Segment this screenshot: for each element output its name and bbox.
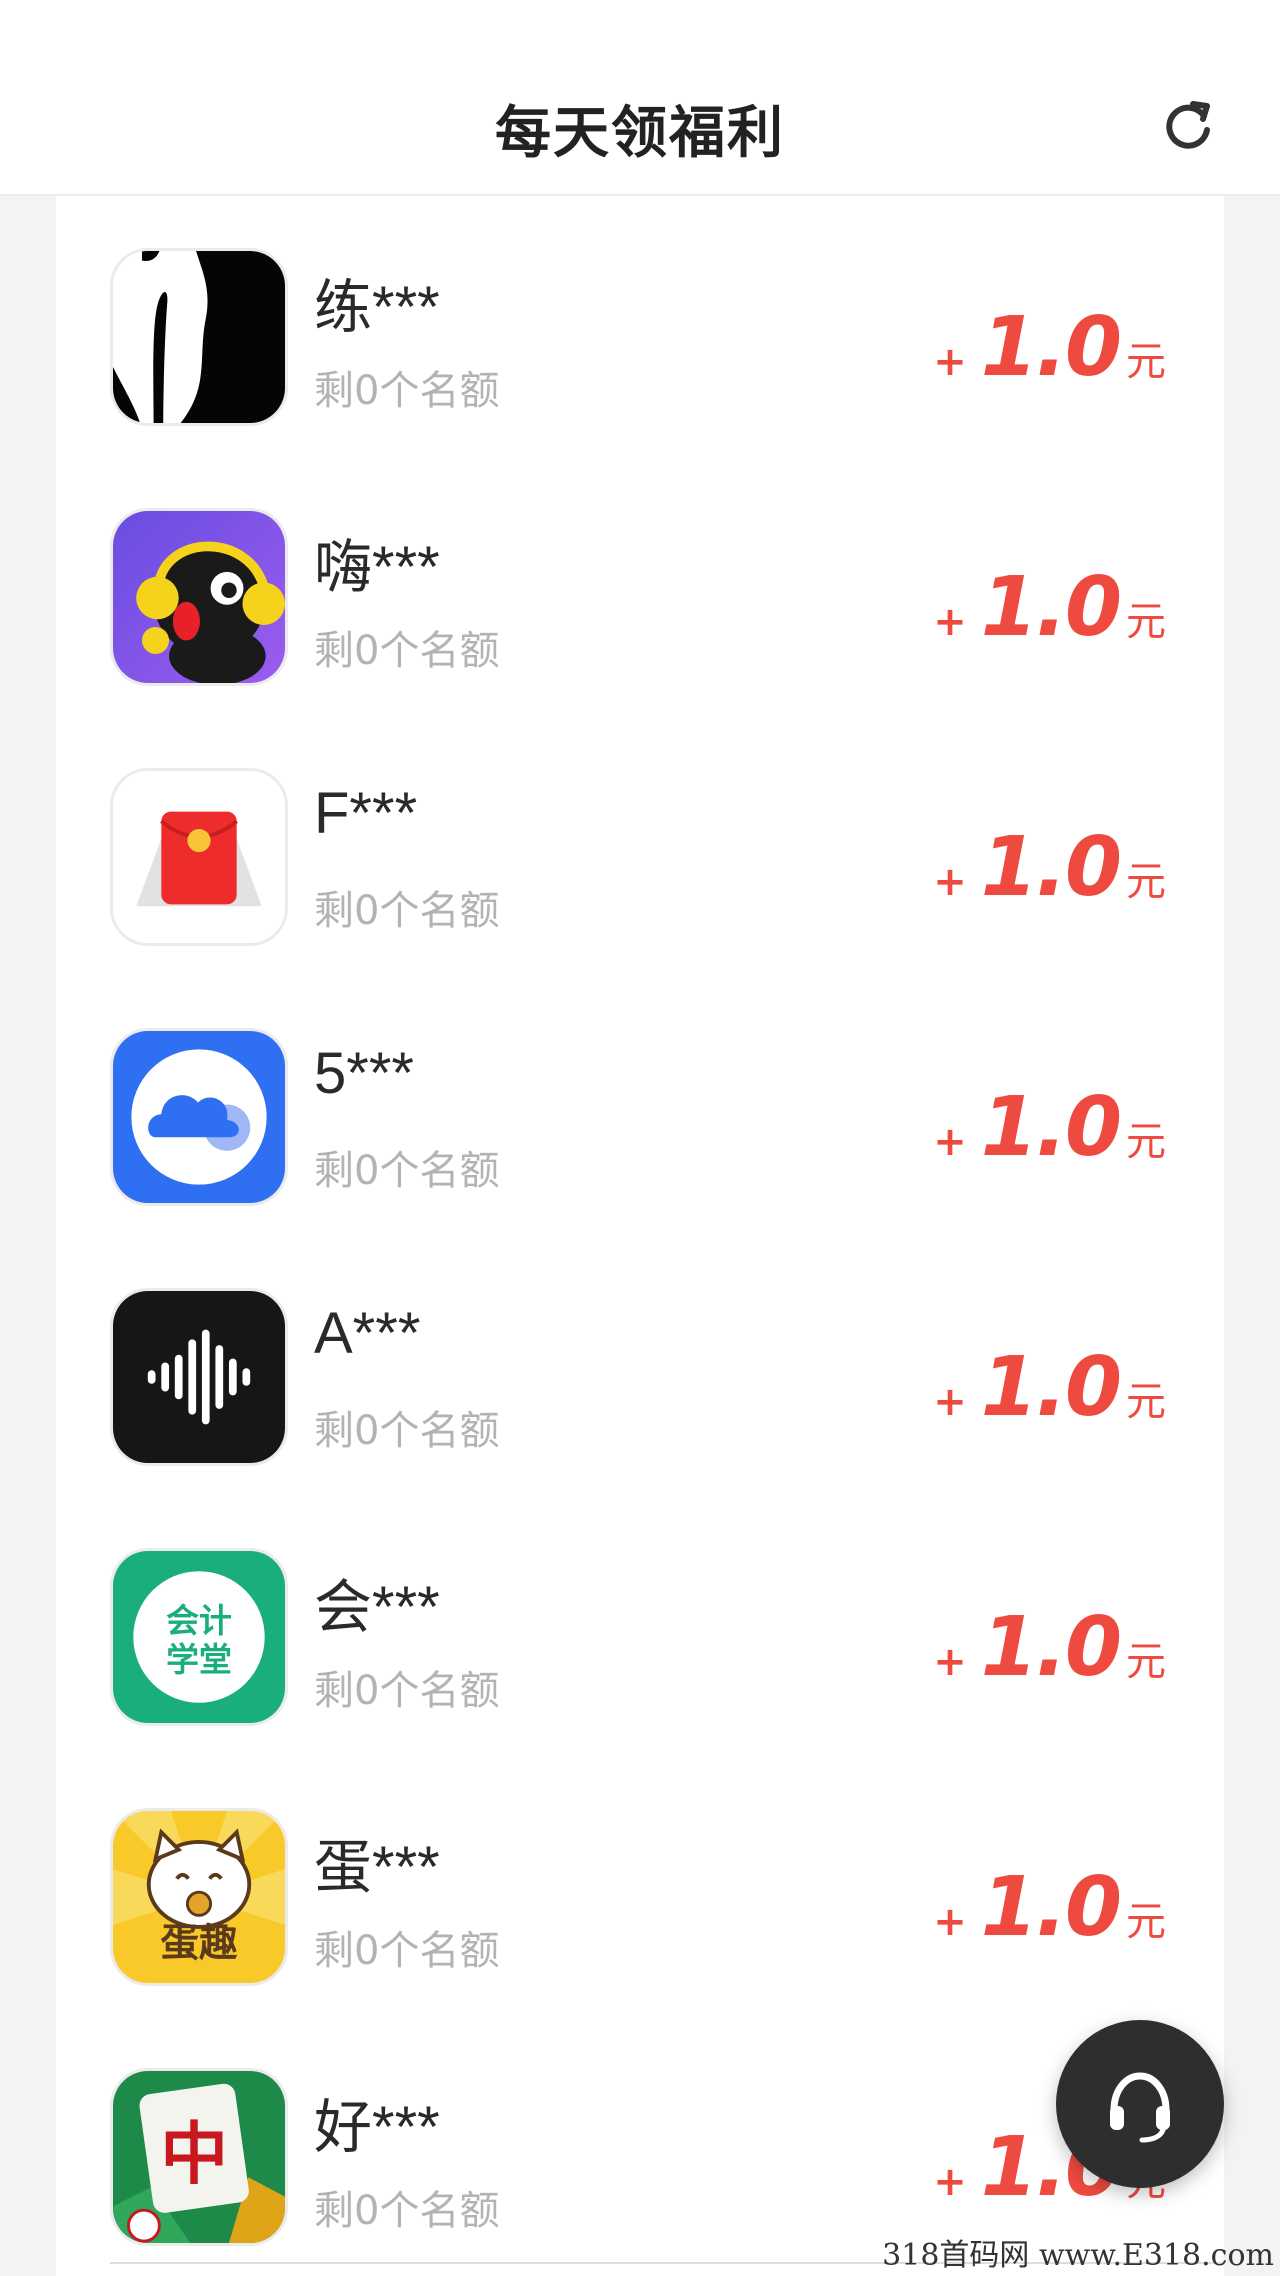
offer-name: F*** — [314, 781, 418, 846]
lucky-cat-app-icon: 蛋趣 — [110, 1808, 288, 1986]
offer-quota: 剩0个名额 — [314, 888, 500, 934]
reward-amount: 1.0 — [980, 1860, 1122, 1955]
reward-unit: 元 — [1126, 1899, 1166, 1945]
headset-icon — [1110, 2072, 1170, 2143]
offer-quota: 剩0个名额 — [314, 2188, 500, 2234]
customer-service-button[interactable] — [1056, 2020, 1224, 2188]
offer-name: A*** — [314, 1301, 421, 1366]
offer-name: 练*** — [314, 275, 440, 340]
offer-reward: + 1.0 元 — [933, 560, 1166, 655]
offer-quota: 剩0个名额 — [314, 1668, 500, 1714]
offer-name: 嗨*** — [314, 535, 440, 600]
offer-item[interactable]: 嗨*** 剩0个名额 + 1.0 元 — [56, 456, 1224, 716]
reward-unit: 元 — [1126, 1379, 1166, 1425]
reward-unit: 元 — [1126, 859, 1166, 905]
watermark-text: 318首码网 www.E318.com — [882, 2238, 1274, 2273]
reward-amount: 1.0 — [980, 820, 1122, 915]
icon-text: 中 — [160, 2113, 228, 2193]
brush-pen-app-icon — [110, 248, 288, 426]
offer-quota: 剩0个名额 — [314, 1148, 500, 1194]
reward-plus: + — [933, 599, 967, 645]
reward-unit: 元 — [1126, 599, 1166, 645]
reward-plus: + — [933, 339, 967, 385]
offer-reward: + 1.0 元 — [933, 1340, 1166, 1435]
reward-unit: 元 — [1126, 339, 1166, 385]
offer-reward: + 1.0 元 — [933, 1860, 1166, 1955]
accounting-school-app-icon: 会计 学堂 — [110, 1548, 288, 1726]
reward-unit: 元 — [1126, 1119, 1166, 1165]
refresh-icon — [1166, 101, 1210, 149]
reward-plus: + — [933, 1639, 967, 1685]
offer-item[interactable]: A*** 剩0个名额 + 1.0 元 — [56, 1236, 1224, 1496]
red-envelope-app-icon — [110, 768, 288, 946]
offer-item[interactable]: 会计 学堂 会*** 剩0个名额 + 1.0 元 — [56, 1496, 1224, 1756]
offer-item[interactable]: 5*** 剩0个名额 + 1.0 元 — [56, 976, 1224, 1236]
icon-text-line2: 学堂 — [166, 1641, 232, 1679]
offer-name: 好*** — [314, 2095, 440, 2160]
icon-text-line1: 会计 — [166, 1602, 232, 1640]
offer-name: 会*** — [314, 1575, 440, 1640]
reward-amount: 1.0 — [980, 1600, 1122, 1695]
offer-item[interactable]: F*** 剩0个名额 + 1.0 元 — [56, 716, 1224, 976]
reward-plus: + — [933, 2159, 967, 2205]
icon-text: 蛋趣 — [160, 1921, 238, 1966]
page-title: 每天领福利 — [495, 101, 785, 166]
offer-item[interactable]: 练*** 剩0个名额 + 1.0 元 — [56, 196, 1224, 456]
refresh-button[interactable] — [1152, 88, 1224, 160]
reward-plus: + — [933, 1899, 967, 1945]
offer-quota: 剩0个名额 — [314, 1408, 500, 1454]
reward-amount: 1.0 — [980, 1340, 1122, 1435]
reward-amount: 1.0 — [980, 1080, 1122, 1175]
offer-quota: 剩0个名额 — [314, 628, 500, 674]
offer-reward: + 1.0 元 — [933, 1080, 1166, 1175]
cloud-app-icon — [110, 1028, 288, 1206]
offer-reward: + 1.0 元 — [933, 300, 1166, 395]
offer-list: 练*** 剩0个名额 + 1.0 元 嗨*** 剩0个名额 + 1.0 元 F*… — [56, 196, 1224, 2276]
reward-amount: 1.0 — [980, 300, 1122, 395]
offer-quota: 剩0个名额 — [314, 368, 500, 414]
offer-reward: + 1.0 元 — [933, 820, 1166, 915]
offer-reward: + 1.0 元 — [933, 1600, 1166, 1695]
reward-amount: 1.0 — [980, 560, 1122, 655]
reward-plus: + — [933, 1119, 967, 1165]
offer-name: 蛋*** — [314, 1835, 440, 1900]
soundwave-app-icon — [110, 1288, 288, 1466]
reward-unit: 元 — [1126, 1639, 1166, 1685]
singing-bird-app-icon — [110, 508, 288, 686]
offer-item[interactable]: 蛋趣 蛋*** 剩0个名额 + 1.0 元 — [56, 1756, 1224, 2016]
mahjong-app-icon: 中 — [110, 2068, 288, 2246]
offer-quota: 剩0个名额 — [314, 1928, 500, 1974]
top-bar: 每天领福利 — [0, 0, 1280, 196]
reward-plus: + — [933, 1379, 967, 1425]
reward-plus: + — [933, 859, 967, 905]
offer-name: 5*** — [314, 1041, 414, 1106]
